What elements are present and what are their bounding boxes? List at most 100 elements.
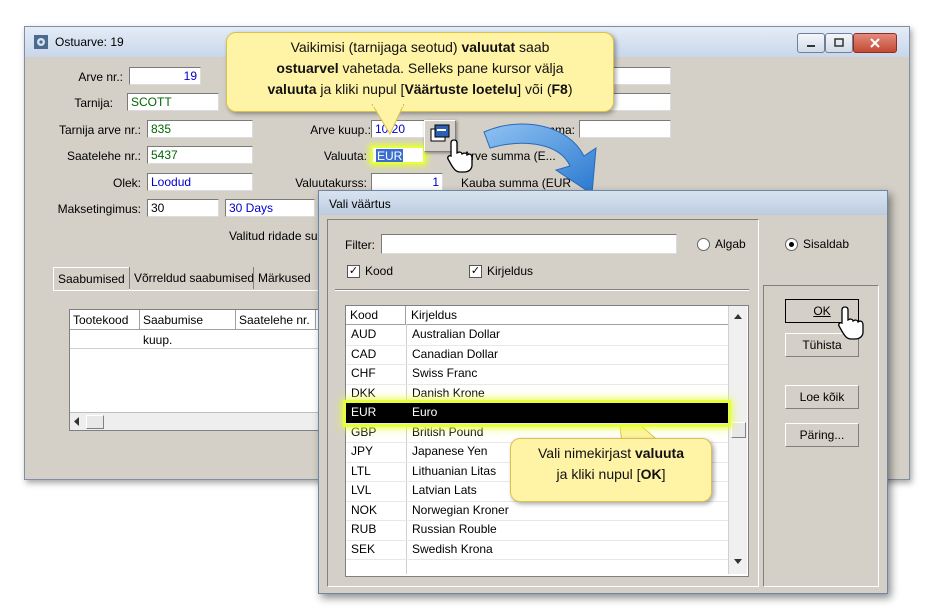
ok-button-label: OK: [813, 304, 831, 318]
list-item[interactable]: EUR Euro: [346, 403, 728, 424]
radio-sisaldab[interactable]: [785, 238, 798, 251]
filter-input[interactable]: [381, 234, 677, 254]
tarnija-arve-nr-label: Tarnija arve nr.:: [58, 123, 141, 137]
currency-code: SEK: [351, 541, 376, 556]
maximize-button[interactable]: [825, 33, 853, 53]
checkbox-kirjeldus[interactable]: ✓: [469, 265, 482, 278]
hand-cursor-icon: [447, 139, 473, 173]
currency-description: Lithuanian Litas: [412, 463, 497, 478]
grid-row[interactable]: [70, 330, 360, 349]
list-item[interactable]: AUD Australian Dollar: [346, 325, 728, 346]
callout-select-currency: Vali nimekirjast valuuta ja kliki nupul …: [510, 438, 712, 502]
scroll-thumb[interactable]: [731, 422, 746, 438]
list-header: Kood Kirjeldus: [346, 306, 728, 325]
currency-code: CHF: [351, 366, 376, 380]
curved-arrow-icon: [483, 123, 597, 195]
callout-top-text: ): [567, 81, 573, 97]
checkbox-kood[interactable]: ✓: [347, 265, 360, 278]
saatelehe-nr-label: Saatelehe nr.:: [66, 149, 141, 163]
currency-code: CAD: [351, 346, 377, 361]
currency-description: Japanese Yen: [412, 444, 488, 458]
callout-top-bold: Väärtuste loetelu: [404, 81, 518, 97]
list-item[interactable]: RUB Russian Rouble: [346, 520, 728, 541]
checkbox-kirjeldus-label: Kirjeldus: [487, 264, 534, 278]
list-item[interactable]: NOK Norwegian Kroner: [346, 501, 728, 521]
currency-description: Norwegian Kroner: [412, 502, 509, 517]
scroll-up-icon[interactable]: [733, 312, 743, 320]
callout-currency-change: Vaikimisi (tarnijaga seotud) valuutat sa…: [226, 32, 614, 112]
radio-sisaldab-label: Sisaldab: [803, 237, 850, 251]
tab-bar: Saabumised Võrreldud saabumised Märkused: [53, 267, 323, 291]
minimize-button[interactable]: [797, 33, 825, 53]
read-all-button[interactable]: Loe kõik: [785, 385, 859, 409]
grid-col-saatelehe-nr[interactable]: Saatelehe nr.: [236, 310, 316, 330]
select-value-dialog: Vali väärtus Filter: Algab Sisaldab ✓ Ko…: [318, 190, 888, 594]
valuutakurss-field[interactable]: 1: [371, 173, 443, 191]
scroll-thumb[interactable]: [86, 415, 104, 429]
dialog-titlebar: Vali väärtus: [319, 191, 887, 215]
list-item[interactable]: CAD Canadian Dollar: [346, 345, 728, 365]
currency-description: British Pound: [412, 424, 484, 439]
currency-description: Swedish Krona: [412, 541, 493, 556]
tarnija-label: Tarnija:: [74, 96, 113, 110]
callout-top-bold: valuutat: [461, 39, 516, 55]
arve-nr-field[interactable]: 19: [129, 67, 201, 85]
radio-algab-label: Algab: [715, 237, 746, 251]
window-title: Ostuarve: 19: [55, 35, 124, 49]
minimize-icon: [807, 45, 815, 47]
currency-description: Russian Rouble: [412, 522, 497, 536]
valuuta-field[interactable]: EUR: [371, 146, 425, 164]
list-item[interactable]: SEK Swedish Krona: [346, 540, 728, 560]
list-item[interactable]: DKK Danish Krone: [346, 384, 728, 404]
currency-description: Latvian Lats: [412, 483, 477, 497]
checkbox-kood-label: Kood: [365, 264, 394, 278]
callout-top-text: saab: [515, 39, 550, 55]
hand-cursor-icon: [838, 306, 864, 340]
currency-description: Danish Krone: [412, 385, 485, 400]
maksetingimus-description: 30 Days: [225, 199, 315, 217]
currency-code: AUD: [351, 327, 377, 341]
tarnija-field[interactable]: SCOTT: [127, 93, 219, 111]
currency-code: JPY: [351, 444, 374, 458]
vertical-scrollbar[interactable]: [728, 306, 747, 574]
valuuta-value: EUR: [376, 149, 404, 163]
valitud-ridade-label: Valitud ridade sum: [229, 229, 328, 243]
read-all-button-label: Loe kõik: [799, 390, 845, 404]
callout-bottom-text: Vali nimekirjast: [537, 445, 635, 461]
callout-bottom-bold: valuuta: [634, 445, 684, 461]
callout-top-text: Vaikimisi (tarnijaga seotud): [290, 39, 462, 55]
col-kirjeldus-header[interactable]: Kirjeldus: [407, 306, 727, 324]
dialog-title: Vali väärtus: [329, 197, 391, 211]
app-icon: [34, 35, 48, 49]
callout-top-text: ] või (: [517, 81, 552, 97]
col-kood-header[interactable]: Kood: [346, 306, 406, 324]
tarnija-arve-nr-field[interactable]: 835: [147, 120, 253, 138]
radio-algab[interactable]: [697, 238, 710, 251]
maximize-icon: [834, 38, 844, 47]
tab-saabumised[interactable]: Saabumised: [53, 267, 130, 290]
callout-bottom-bold: OK: [640, 466, 662, 482]
arve-kuup-label: Arve kuup.:: [310, 123, 371, 137]
query-button[interactable]: Päring...: [785, 423, 859, 447]
currency-code: GBP: [351, 424, 377, 439]
grid-col-tootekood[interactable]: Tootekood: [70, 310, 140, 330]
separator: [335, 289, 749, 291]
olek-field[interactable]: Loodud: [147, 173, 253, 191]
horizontal-scrollbar[interactable]: [70, 412, 360, 430]
list-item[interactable]: CHF Swiss Franc: [346, 364, 728, 385]
tab-vorreldud-saabumised[interactable]: Võrreldud saabumised: [129, 267, 259, 289]
currency-description: Swiss Franc: [412, 366, 478, 380]
callout-top-text: vahetada. Selleks pane kursor välja: [338, 60, 564, 76]
close-button[interactable]: [853, 33, 897, 53]
scroll-down-icon[interactable]: [733, 558, 743, 566]
saatelehe-nr-field[interactable]: 5437: [147, 146, 253, 164]
maksetingimus-field[interactable]: 30: [147, 199, 219, 217]
valuutakurss-label: Valuutakurss:: [295, 176, 367, 190]
tab-markused[interactable]: Märkused: [253, 267, 315, 289]
valuuta-label: Valuuta:: [323, 149, 367, 163]
grid-col-saabumise-kuup[interactable]: Saabumise kuup.: [140, 310, 236, 347]
currency-code: EUR: [351, 405, 377, 419]
arve-nr-label: Arve nr.:: [78, 70, 123, 84]
currency-code: DKK: [351, 385, 376, 400]
scroll-left-icon[interactable]: [72, 416, 82, 427]
